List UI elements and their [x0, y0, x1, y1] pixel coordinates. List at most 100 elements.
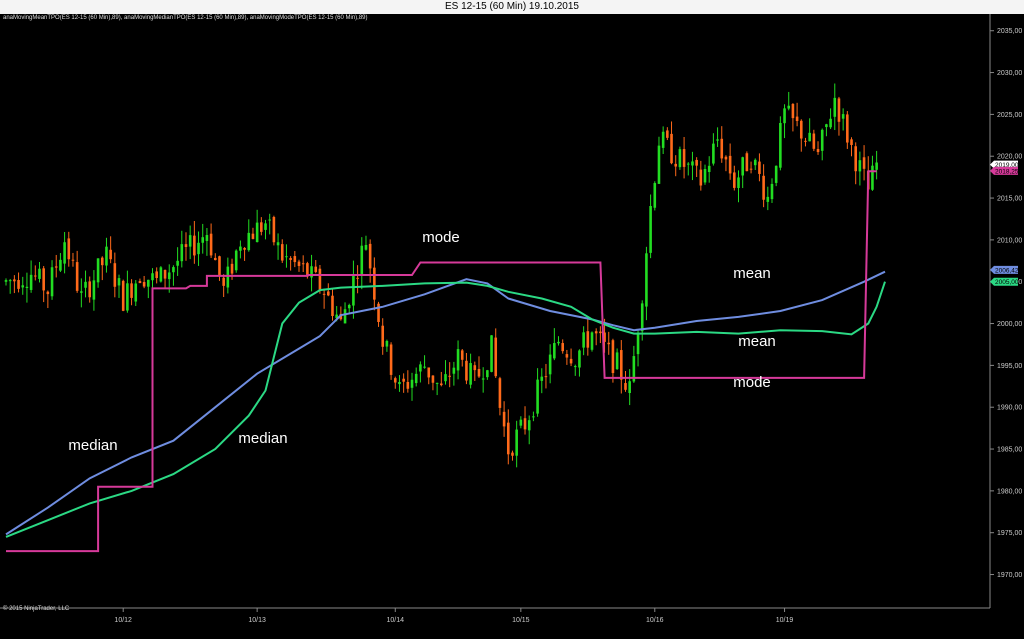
candle	[678, 146, 682, 170]
candle-body	[431, 375, 435, 383]
candle-body	[239, 246, 242, 251]
y-tick-label: 2000,00	[997, 321, 1022, 328]
chart-window: ES 12-15 (60 Min) 19.10.2015 anaMovingMe…	[0, 0, 1024, 639]
candle-body	[276, 242, 280, 246]
candle	[770, 178, 774, 203]
candle	[724, 155, 728, 172]
candle-body	[527, 420, 531, 431]
candle	[712, 133, 715, 166]
candle	[586, 317, 590, 356]
candle-body	[452, 367, 456, 374]
candle	[527, 415, 531, 445]
candle-body	[733, 172, 736, 188]
candle	[356, 265, 359, 294]
candle	[205, 227, 209, 256]
candle-body	[13, 279, 16, 282]
candle	[578, 349, 581, 377]
candle-body	[833, 97, 837, 117]
candle-body	[477, 368, 481, 377]
candle-body	[360, 245, 364, 276]
candle-body	[38, 268, 41, 279]
candle	[569, 348, 573, 367]
candle	[498, 376, 502, 416]
candle-body	[155, 271, 158, 278]
y-tick-label: 1990,00	[997, 405, 1022, 412]
candle	[871, 155, 874, 191]
candle-body	[172, 267, 175, 273]
candle-body	[565, 354, 569, 358]
candle	[385, 339, 389, 352]
x-tick-label: 10/16	[646, 617, 664, 624]
candle	[532, 411, 535, 422]
candle	[297, 259, 301, 272]
candle-body	[645, 253, 648, 307]
candle-body	[532, 416, 535, 418]
candle	[590, 331, 594, 352]
candle	[573, 364, 577, 376]
candle-body	[850, 139, 853, 145]
candle	[126, 270, 129, 313]
candle	[117, 274, 121, 298]
candle	[502, 401, 506, 437]
price-marker: 2005,00	[990, 277, 1019, 286]
candle-body	[389, 344, 393, 375]
candle-body	[46, 291, 50, 295]
candlestick-chart[interactable]: 2035,00 2030,00 2025,00 2020,00 2015,00 2010,…	[0, 0, 1024, 639]
candle	[201, 223, 205, 254]
candle	[758, 153, 761, 182]
candle-body	[523, 418, 527, 430]
candle-body	[737, 177, 740, 188]
candle	[850, 137, 853, 157]
candle-body	[209, 233, 213, 256]
y-tick-label: 2030,00	[997, 70, 1022, 77]
y-tick-label: 1980,00	[997, 488, 1022, 495]
candle	[762, 164, 765, 208]
candle	[402, 373, 405, 393]
candle	[473, 361, 477, 381]
candle-body	[695, 159, 698, 166]
price-marker-label: 2006,42	[995, 267, 1019, 274]
candle-body	[628, 381, 631, 393]
candle	[620, 340, 623, 394]
candle-body	[364, 244, 368, 250]
candle-body	[4, 280, 8, 282]
candle	[180, 230, 184, 268]
candle	[645, 246, 648, 321]
candle-body	[502, 411, 506, 427]
candle-body	[247, 232, 251, 251]
candle-body	[770, 183, 774, 200]
candle-body	[599, 331, 602, 334]
candle	[703, 164, 707, 185]
candle-body	[393, 378, 397, 383]
candle-body	[343, 309, 347, 324]
candle-body	[875, 162, 878, 170]
candle-body	[151, 273, 154, 281]
candle	[213, 253, 217, 261]
candle-body	[640, 303, 644, 332]
candle	[176, 247, 179, 276]
candle	[130, 279, 133, 306]
price-marker: 2018,25	[990, 166, 1019, 175]
candle-body	[678, 149, 682, 168]
candle-body	[398, 381, 401, 385]
candle	[825, 123, 828, 137]
candle	[423, 355, 426, 369]
candle-body	[243, 247, 246, 250]
candle-body	[674, 163, 678, 167]
candle-body	[222, 277, 225, 286]
candle	[490, 335, 493, 373]
candle	[352, 260, 355, 319]
candle	[548, 344, 552, 384]
candle-body	[460, 350, 464, 360]
annotation-mean: mean	[733, 265, 771, 282]
candle-body	[205, 235, 209, 241]
candle	[410, 372, 414, 401]
candle	[557, 336, 560, 346]
candle-body	[858, 160, 862, 172]
candle	[96, 258, 100, 288]
candle-body	[280, 244, 284, 261]
candle-body	[230, 263, 234, 274]
price-marker-label: 2018,25	[995, 168, 1019, 175]
candle	[477, 356, 481, 378]
candle	[544, 363, 548, 389]
